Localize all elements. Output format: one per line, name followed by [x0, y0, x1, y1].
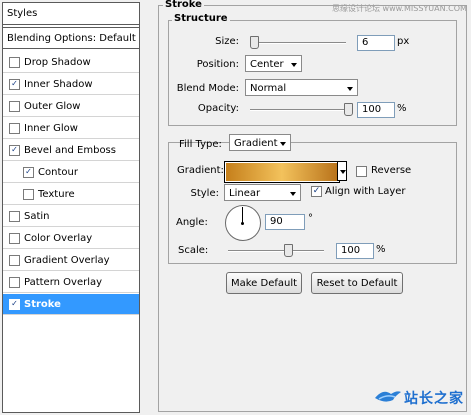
chevron-down-icon [280, 142, 286, 146]
opacity-unit: % [397, 103, 407, 114]
chevron-down-icon [291, 63, 297, 67]
blend-mode-dropdown[interactable]: Normal [245, 79, 358, 96]
opacity-slider-track[interactable] [250, 109, 352, 111]
stroke-title: Stroke [163, 0, 204, 10]
style-item-checkbox[interactable] [9, 254, 20, 266]
angle-dial-needle [242, 207, 243, 223]
make-default-button[interactable]: Make Default [226, 272, 302, 294]
style-item-label: Bevel and Emboss [24, 144, 116, 156]
angle-unit: ° [308, 213, 313, 224]
size-unit: px [397, 36, 410, 47]
style-item-label: Gradient Overlay [24, 254, 110, 266]
gradient-dropdown-button[interactable] [337, 161, 347, 181]
style-item-color-overlay[interactable]: Color Overlay [3, 228, 139, 249]
scale-slider-thumb[interactable] [284, 244, 293, 257]
style-item-inner-glow[interactable]: Inner Glow [3, 118, 139, 139]
position-dropdown[interactable]: Center [245, 55, 302, 72]
style-item-label: Inner Glow [24, 122, 78, 134]
scale-input[interactable]: 100 [336, 243, 374, 259]
chevron-down-icon [340, 170, 346, 174]
style-item-checkbox[interactable] [9, 122, 20, 134]
style-item-label: Color Overlay [24, 232, 93, 244]
styles-header[interactable]: Styles [3, 3, 139, 25]
opacity-input[interactable]: 100 [357, 102, 395, 118]
angle-dial[interactable] [225, 205, 261, 241]
style-item-checkbox[interactable] [9, 276, 20, 288]
scale-unit: % [376, 244, 386, 255]
style-item-label: Outer Glow [24, 100, 81, 112]
style-item-label: Satin [24, 210, 50, 222]
position-value: Center [250, 59, 284, 70]
style-item-drop-shadow[interactable]: Drop Shadow [3, 52, 139, 73]
scale-slider-track[interactable] [228, 250, 324, 252]
blend-mode-label: Blend Mode: [176, 83, 239, 94]
style-item-checkbox[interactable] [9, 210, 20, 222]
style-item-checkbox[interactable] [9, 56, 20, 68]
style-item-checkbox[interactable]: ✓ [9, 144, 20, 156]
size-slider-thumb[interactable] [250, 36, 259, 49]
align-with-layer-checkbox[interactable]: ✓ [311, 186, 322, 197]
styles-header-label: Styles [7, 8, 38, 19]
reverse-checkbox[interactable] [356, 166, 367, 177]
style-item-label: Texture [38, 188, 75, 200]
style-item-satin[interactable]: Satin [3, 206, 139, 227]
blending-options-item[interactable]: Blending Options: Default [3, 27, 139, 49]
gradient-swatch[interactable] [224, 161, 340, 183]
blending-options-label: Blending Options: Default [7, 32, 136, 44]
watermark-bottom: 站长之家 [404, 391, 464, 407]
style-item-label: Pattern Overlay [24, 276, 103, 288]
style-item-checkbox[interactable] [23, 188, 34, 200]
style-item-label: Inner Shadow [24, 78, 93, 90]
size-label: Size: [215, 36, 239, 47]
gradient-preview [226, 163, 338, 181]
style-dropdown[interactable]: Linear [224, 184, 301, 201]
reverse-label: Reverse [371, 165, 412, 176]
style-item-checkbox[interactable]: ✓ [9, 298, 20, 310]
size-slider-track[interactable] [250, 42, 346, 44]
style-label: Style: [190, 188, 220, 199]
style-item-label: Drop Shadow [24, 56, 91, 68]
style-item-contour[interactable]: ✓ Contour [3, 162, 139, 183]
structure-title: Structure [172, 13, 230, 24]
opacity-slider-thumb[interactable] [344, 103, 353, 116]
angle-dial-center [241, 222, 244, 225]
style-item-checkbox[interactable] [9, 232, 20, 244]
gradient-label: Gradient: [177, 165, 224, 176]
style-item-checkbox[interactable] [9, 100, 20, 112]
chevron-down-icon [290, 192, 296, 196]
style-item-label: Contour [38, 166, 78, 178]
size-input[interactable]: 6 [357, 35, 395, 51]
chevron-down-icon [347, 87, 353, 91]
scale-label: Scale: [178, 245, 209, 256]
styles-list: Styles Blending Options: Default Drop Sh… [2, 2, 140, 413]
reset-to-default-button[interactable]: Reset to Default [311, 272, 403, 294]
position-label: Position: [196, 59, 239, 70]
style-item-label: Stroke [24, 298, 61, 310]
logo-bird-icon [373, 386, 403, 406]
fill-type-label: Fill Type: [179, 139, 222, 150]
blend-mode-value: Normal [250, 83, 287, 94]
angle-label: Angle: [176, 217, 208, 228]
fill-type-value: Gradient [234, 138, 278, 149]
style-item-pattern-overlay[interactable]: Pattern Overlay [3, 272, 139, 293]
style-item-gradient-overlay[interactable]: Gradient Overlay [3, 250, 139, 271]
style-value: Linear [229, 188, 261, 199]
style-item-bevel-and-emboss[interactable]: ✓ Bevel and Emboss [3, 140, 139, 161]
opacity-label: Opacity: [197, 103, 239, 114]
angle-input[interactable]: 90 [265, 214, 305, 230]
style-item-stroke[interactable]: ✓ Stroke [3, 294, 139, 315]
style-item-checkbox[interactable]: ✓ [9, 78, 20, 90]
style-item-checkbox[interactable]: ✓ [23, 166, 34, 178]
fill-type-dropdown[interactable]: Gradient [229, 134, 291, 151]
style-item-outer-glow[interactable]: Outer Glow [3, 96, 139, 117]
style-item-texture[interactable]: Texture [3, 184, 139, 205]
align-with-layer-label: Align with Layer [325, 186, 406, 197]
style-item-inner-shadow[interactable]: ✓ Inner Shadow [3, 74, 139, 95]
